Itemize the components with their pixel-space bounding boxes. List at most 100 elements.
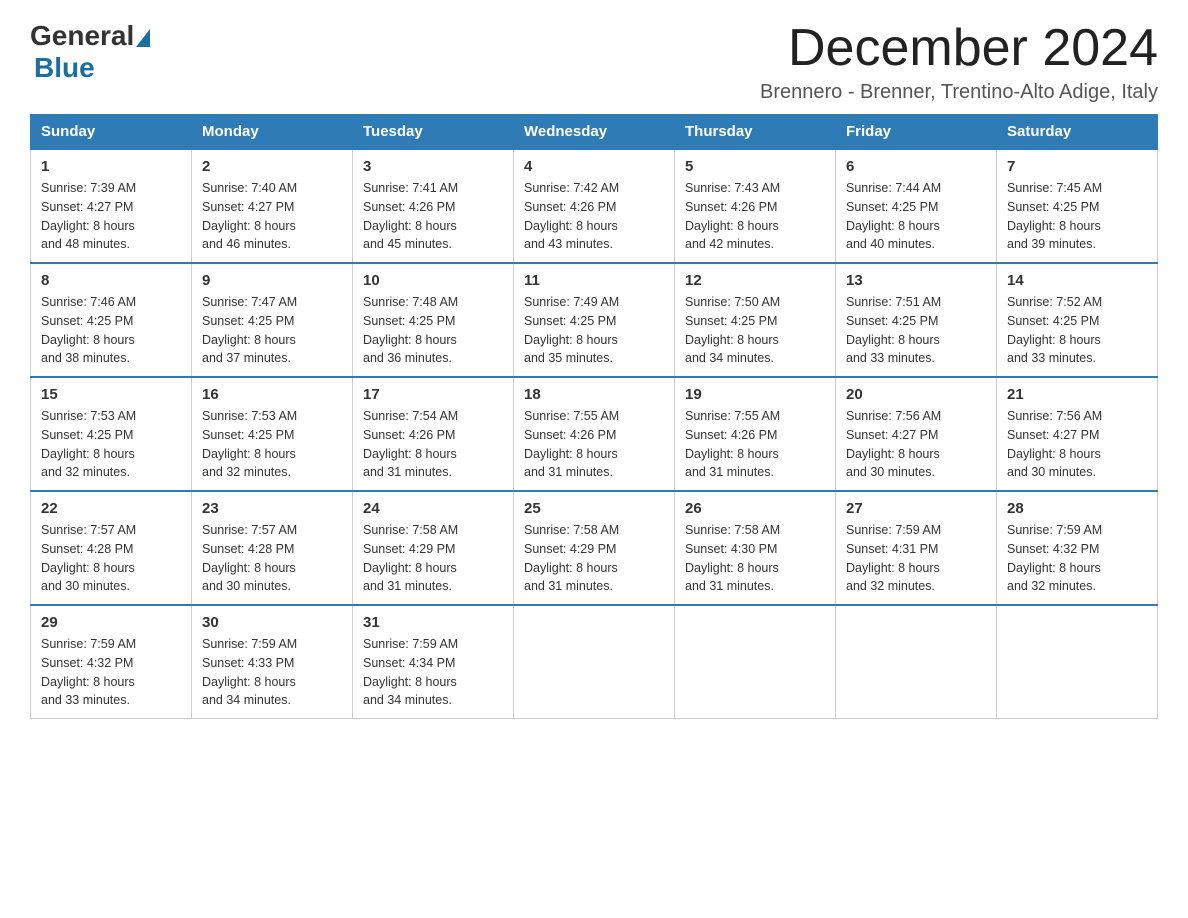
day-info: Sunrise: 7:50 AM Sunset: 4:25 PM Dayligh… — [685, 293, 825, 368]
calendar-table: SundayMondayTuesdayWednesdayThursdayFrid… — [30, 114, 1158, 719]
page-header: General Blue December 2024 Brennero - Br… — [30, 20, 1158, 104]
calendar-week-row: 29 Sunrise: 7:59 AM Sunset: 4:32 PM Dayl… — [31, 605, 1158, 719]
day-number: 12 — [685, 272, 825, 289]
calendar-cell — [836, 605, 997, 719]
day-info: Sunrise: 7:47 AM Sunset: 4:25 PM Dayligh… — [202, 293, 342, 368]
day-number: 22 — [41, 500, 181, 517]
day-number: 2 — [202, 158, 342, 175]
day-info: Sunrise: 7:58 AM Sunset: 4:29 PM Dayligh… — [363, 521, 503, 596]
calendar-cell: 1 Sunrise: 7:39 AM Sunset: 4:27 PM Dayli… — [31, 149, 192, 263]
logo-general-text: General — [30, 20, 134, 52]
day-info: Sunrise: 7:57 AM Sunset: 4:28 PM Dayligh… — [41, 521, 181, 596]
logo: General Blue — [30, 20, 152, 84]
day-info: Sunrise: 7:56 AM Sunset: 4:27 PM Dayligh… — [1007, 407, 1147, 482]
calendar-cell: 14 Sunrise: 7:52 AM Sunset: 4:25 PM Dayl… — [997, 263, 1158, 377]
day-number: 23 — [202, 500, 342, 517]
day-info: Sunrise: 7:58 AM Sunset: 4:30 PM Dayligh… — [685, 521, 825, 596]
day-number: 1 — [41, 158, 181, 175]
day-info: Sunrise: 7:40 AM Sunset: 4:27 PM Dayligh… — [202, 179, 342, 254]
logo-blue-text: Blue — [34, 52, 95, 83]
calendar-cell: 5 Sunrise: 7:43 AM Sunset: 4:26 PM Dayli… — [675, 149, 836, 263]
day-info: Sunrise: 7:44 AM Sunset: 4:25 PM Dayligh… — [846, 179, 986, 254]
weekday-header-monday: Monday — [192, 115, 353, 150]
day-number: 26 — [685, 500, 825, 517]
day-info: Sunrise: 7:46 AM Sunset: 4:25 PM Dayligh… — [41, 293, 181, 368]
day-info: Sunrise: 7:53 AM Sunset: 4:25 PM Dayligh… — [41, 407, 181, 482]
calendar-cell: 3 Sunrise: 7:41 AM Sunset: 4:26 PM Dayli… — [353, 149, 514, 263]
calendar-cell: 20 Sunrise: 7:56 AM Sunset: 4:27 PM Dayl… — [836, 377, 997, 491]
calendar-cell: 27 Sunrise: 7:59 AM Sunset: 4:31 PM Dayl… — [836, 491, 997, 605]
day-info: Sunrise: 7:55 AM Sunset: 4:26 PM Dayligh… — [524, 407, 664, 482]
calendar-cell: 22 Sunrise: 7:57 AM Sunset: 4:28 PM Dayl… — [31, 491, 192, 605]
calendar-cell: 4 Sunrise: 7:42 AM Sunset: 4:26 PM Dayli… — [514, 149, 675, 263]
day-info: Sunrise: 7:52 AM Sunset: 4:25 PM Dayligh… — [1007, 293, 1147, 368]
calendar-week-row: 1 Sunrise: 7:39 AM Sunset: 4:27 PM Dayli… — [31, 149, 1158, 263]
day-info: Sunrise: 7:59 AM Sunset: 4:33 PM Dayligh… — [202, 635, 342, 710]
calendar-week-row: 8 Sunrise: 7:46 AM Sunset: 4:25 PM Dayli… — [31, 263, 1158, 377]
day-info: Sunrise: 7:39 AM Sunset: 4:27 PM Dayligh… — [41, 179, 181, 254]
calendar-cell: 19 Sunrise: 7:55 AM Sunset: 4:26 PM Dayl… — [675, 377, 836, 491]
day-number: 15 — [41, 386, 181, 403]
calendar-cell: 23 Sunrise: 7:57 AM Sunset: 4:28 PM Dayl… — [192, 491, 353, 605]
day-info: Sunrise: 7:58 AM Sunset: 4:29 PM Dayligh… — [524, 521, 664, 596]
calendar-cell: 16 Sunrise: 7:53 AM Sunset: 4:25 PM Dayl… — [192, 377, 353, 491]
day-number: 3 — [363, 158, 503, 175]
calendar-cell: 12 Sunrise: 7:50 AM Sunset: 4:25 PM Dayl… — [675, 263, 836, 377]
day-number: 16 — [202, 386, 342, 403]
day-info: Sunrise: 7:59 AM Sunset: 4:32 PM Dayligh… — [1007, 521, 1147, 596]
weekday-header-row: SundayMondayTuesdayWednesdayThursdayFrid… — [31, 115, 1158, 150]
day-info: Sunrise: 7:53 AM Sunset: 4:25 PM Dayligh… — [202, 407, 342, 482]
title-block: December 2024 Brennero - Brenner, Trenti… — [760, 20, 1158, 104]
calendar-cell: 13 Sunrise: 7:51 AM Sunset: 4:25 PM Dayl… — [836, 263, 997, 377]
weekday-header-wednesday: Wednesday — [514, 115, 675, 150]
weekday-header-thursday: Thursday — [675, 115, 836, 150]
weekday-header-saturday: Saturday — [997, 115, 1158, 150]
day-number: 18 — [524, 386, 664, 403]
calendar-cell: 2 Sunrise: 7:40 AM Sunset: 4:27 PM Dayli… — [192, 149, 353, 263]
calendar-cell: 21 Sunrise: 7:56 AM Sunset: 4:27 PM Dayl… — [997, 377, 1158, 491]
logo-triangle-icon — [136, 29, 150, 47]
day-number: 10 — [363, 272, 503, 289]
calendar-cell: 7 Sunrise: 7:45 AM Sunset: 4:25 PM Dayli… — [997, 149, 1158, 263]
calendar-cell: 18 Sunrise: 7:55 AM Sunset: 4:26 PM Dayl… — [514, 377, 675, 491]
calendar-cell: 9 Sunrise: 7:47 AM Sunset: 4:25 PM Dayli… — [192, 263, 353, 377]
day-info: Sunrise: 7:41 AM Sunset: 4:26 PM Dayligh… — [363, 179, 503, 254]
day-info: Sunrise: 7:48 AM Sunset: 4:25 PM Dayligh… — [363, 293, 503, 368]
month-title: December 2024 — [760, 20, 1158, 77]
day-number: 8 — [41, 272, 181, 289]
calendar-week-row: 22 Sunrise: 7:57 AM Sunset: 4:28 PM Dayl… — [31, 491, 1158, 605]
day-number: 14 — [1007, 272, 1147, 289]
calendar-week-row: 15 Sunrise: 7:53 AM Sunset: 4:25 PM Dayl… — [31, 377, 1158, 491]
day-number: 17 — [363, 386, 503, 403]
day-number: 20 — [846, 386, 986, 403]
day-info: Sunrise: 7:49 AM Sunset: 4:25 PM Dayligh… — [524, 293, 664, 368]
day-number: 28 — [1007, 500, 1147, 517]
day-number: 13 — [846, 272, 986, 289]
day-number: 27 — [846, 500, 986, 517]
calendar-cell: 6 Sunrise: 7:44 AM Sunset: 4:25 PM Dayli… — [836, 149, 997, 263]
calendar-cell: 30 Sunrise: 7:59 AM Sunset: 4:33 PM Dayl… — [192, 605, 353, 719]
weekday-header-sunday: Sunday — [31, 115, 192, 150]
day-info: Sunrise: 7:56 AM Sunset: 4:27 PM Dayligh… — [846, 407, 986, 482]
calendar-cell: 8 Sunrise: 7:46 AM Sunset: 4:25 PM Dayli… — [31, 263, 192, 377]
day-info: Sunrise: 7:51 AM Sunset: 4:25 PM Dayligh… — [846, 293, 986, 368]
day-info: Sunrise: 7:59 AM Sunset: 4:34 PM Dayligh… — [363, 635, 503, 710]
calendar-cell: 17 Sunrise: 7:54 AM Sunset: 4:26 PM Dayl… — [353, 377, 514, 491]
day-number: 11 — [524, 272, 664, 289]
day-number: 4 — [524, 158, 664, 175]
calendar-cell: 15 Sunrise: 7:53 AM Sunset: 4:25 PM Dayl… — [31, 377, 192, 491]
day-number: 19 — [685, 386, 825, 403]
calendar-cell — [675, 605, 836, 719]
day-info: Sunrise: 7:59 AM Sunset: 4:31 PM Dayligh… — [846, 521, 986, 596]
calendar-cell — [514, 605, 675, 719]
calendar-cell: 31 Sunrise: 7:59 AM Sunset: 4:34 PM Dayl… — [353, 605, 514, 719]
day-number: 5 — [685, 158, 825, 175]
day-number: 29 — [41, 614, 181, 631]
calendar-cell: 10 Sunrise: 7:48 AM Sunset: 4:25 PM Dayl… — [353, 263, 514, 377]
day-number: 9 — [202, 272, 342, 289]
day-number: 30 — [202, 614, 342, 631]
day-info: Sunrise: 7:59 AM Sunset: 4:32 PM Dayligh… — [41, 635, 181, 710]
day-info: Sunrise: 7:42 AM Sunset: 4:26 PM Dayligh… — [524, 179, 664, 254]
weekday-header-tuesday: Tuesday — [353, 115, 514, 150]
day-number: 25 — [524, 500, 664, 517]
